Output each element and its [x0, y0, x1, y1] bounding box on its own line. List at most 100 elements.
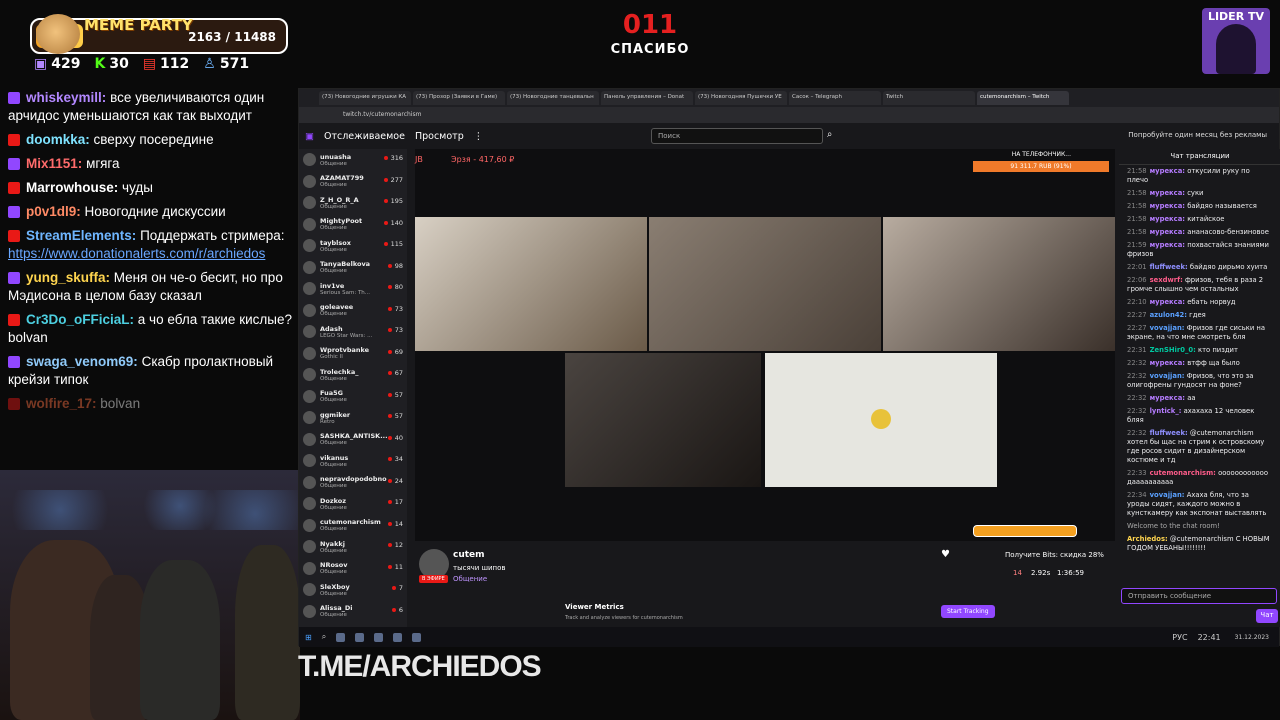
- channel-item[interactable]: Adash LEGO Star Wars: ... 73: [299, 321, 407, 343]
- more-icon[interactable]: ⋮: [474, 131, 484, 142]
- chat-username: Mix1151:: [26, 156, 83, 171]
- chat-username[interactable]: ZenSHir0_0:: [1150, 346, 1196, 354]
- channel-logo: LIDER TV: [1202, 8, 1270, 74]
- chat-username[interactable]: vovajjan:: [1150, 491, 1185, 499]
- taskbar-search-icon[interactable]: ⌕: [322, 632, 326, 642]
- channel-item[interactable]: AZAMAT799 Общение 277: [299, 171, 407, 193]
- channel-item[interactable]: TanyaBelkova Общение 98: [299, 257, 407, 279]
- chat-username[interactable]: Archiedos:: [1127, 535, 1168, 543]
- channel-item[interactable]: unuasha Общение 316: [299, 149, 407, 171]
- channel-item[interactable]: tayblsox Общение 115: [299, 235, 407, 257]
- channel-name: unuasha: [320, 152, 352, 161]
- ad-free-offer[interactable]: Попробуйте один месяц без рекламы: [1128, 131, 1267, 139]
- channel-item[interactable]: cutemonarchism Общение 14: [299, 515, 407, 537]
- browser-tab[interactable]: cutemonarchism – Twitch: [977, 91, 1069, 105]
- channel-name: nepravdopodobno: [320, 475, 387, 484]
- channel-viewers: 80: [388, 283, 403, 291]
- channel-item[interactable]: SASHKA_ANTISK... Общение 40: [299, 429, 407, 451]
- channel-name: goleavee: [320, 303, 354, 312]
- channel-item[interactable]: Wprotvbanke Gothic II 69: [299, 343, 407, 365]
- chat-username[interactable]: мурексa:: [1150, 241, 1185, 249]
- channel-viewers: 11: [388, 563, 403, 571]
- taskbar-time[interactable]: 22:41: [1198, 633, 1221, 642]
- channel-viewers: 14: [388, 520, 403, 528]
- channel-item[interactable]: Dozkoz Общение 17: [299, 493, 407, 515]
- latency-stat: 2.92s: [1031, 569, 1051, 577]
- chat-username[interactable]: мурексa:: [1150, 394, 1185, 402]
- streamer-name[interactable]: cutem: [453, 550, 485, 560]
- stream-category[interactable]: Общение: [453, 575, 487, 583]
- nav-browse[interactable]: Просмотр: [415, 131, 464, 142]
- chat-username[interactable]: vovajjan:: [1150, 324, 1185, 332]
- chat-username[interactable]: мурексa:: [1150, 189, 1185, 197]
- search-input[interactable]: Поиск: [651, 128, 823, 144]
- channel-item[interactable]: Alissa_Di Общение 6: [299, 601, 407, 623]
- chat-username[interactable]: мурексa:: [1150, 202, 1185, 210]
- browser-tab[interactable]: Twitch: [883, 91, 975, 105]
- chat-username[interactable]: cutemonarchism:: [1150, 469, 1216, 477]
- chat-text: похвастайся знаниями фризов: [1127, 241, 1269, 258]
- browser-tab[interactable]: (73) Новогодние танцевальн: [507, 91, 599, 105]
- chat-username[interactable]: lyntick_:: [1150, 407, 1182, 415]
- chat-username[interactable]: fluffweek:: [1150, 263, 1188, 271]
- channel-viewers: 6: [392, 606, 403, 614]
- browser-tab[interactable]: (73) Новогодние игрушки КА: [319, 91, 411, 105]
- chat-username[interactable]: azulon42:: [1150, 311, 1187, 319]
- bits-offer-button[interactable]: Получите Bits: скидка 28%: [1005, 551, 1104, 559]
- channel-item[interactable]: inv1ve Serious Sam: Th... 80: [299, 278, 407, 300]
- channel-item[interactable]: ggmiker Retro 57: [299, 407, 407, 429]
- chat-username[interactable]: sexdwrf:: [1150, 276, 1183, 284]
- taskbar-app-icon[interactable]: [412, 632, 422, 642]
- search-icon[interactable]: ⌕: [827, 129, 832, 140]
- taskbar-app-icon[interactable]: [355, 632, 365, 642]
- chat-text: мгяга: [86, 156, 120, 171]
- nav-following[interactable]: Отслеживаемое: [324, 131, 405, 142]
- twitch-logo-icon[interactable]: ▣: [305, 131, 314, 142]
- channel-item[interactable]: Trolechka_ Общение 67: [299, 364, 407, 386]
- chat-username[interactable]: мурексa:: [1150, 215, 1185, 223]
- channel-item[interactable]: Fua5G Общение 57: [299, 386, 407, 408]
- channel-item[interactable]: nepravdopodobno Общение 24: [299, 472, 407, 494]
- browser-tab[interactable]: (73) Прозор (Заявки в Гаме): [413, 91, 505, 105]
- chat-username[interactable]: мурексa:: [1150, 359, 1185, 367]
- browser-tab[interactable]: (73) Новогодняя Пушечки УЕ: [695, 91, 787, 105]
- channel-name: cutemonarchism: [320, 518, 381, 527]
- donation-link[interactable]: https://www.donationalerts.com/r/archied…: [8, 246, 265, 261]
- taskbar-app-icon[interactable]: [336, 632, 346, 642]
- telegram-promo: T.ME/ARCHIEDOS: [298, 650, 542, 683]
- channel-name: ggmiker: [320, 410, 351, 419]
- channel-item[interactable]: NRosov Общение 11: [299, 558, 407, 580]
- start-tracking-button[interactable]: Start Tracking: [941, 605, 995, 618]
- stream-chat-message: yung_skuffa: Меня он че-о бесит, но про …: [0, 266, 300, 308]
- chat-username[interactable]: мурексa:: [1150, 298, 1185, 306]
- heart-icon[interactable]: ♥: [941, 549, 950, 560]
- chat-username: yung_skuffa:: [26, 270, 111, 285]
- channel-item[interactable]: vikanus Общение 34: [299, 450, 407, 472]
- channel-item[interactable]: goleavee Общение 73: [299, 300, 407, 322]
- channel-item[interactable]: Z_H_O_R_A Общение 195: [299, 192, 407, 214]
- vk-viewers: ▤ 112: [142, 56, 190, 72]
- chat-username[interactable]: fluffweek:: [1150, 429, 1188, 437]
- channel-item[interactable]: SleXboy Общение 7: [299, 579, 407, 601]
- channel-item[interactable]: Nyakkj Общение 12: [299, 536, 407, 558]
- chat-username[interactable]: мурексa:: [1150, 228, 1185, 236]
- address-bar[interactable]: twitch.tv/cutemonarchism: [299, 107, 1279, 123]
- taskbar-app-icon[interactable]: [393, 632, 403, 642]
- browser-tab[interactable]: Панель управления – Donat: [601, 91, 693, 105]
- chat-username: Cr3Do_oFFiciaL:: [26, 312, 135, 327]
- chat-username[interactable]: мурексa:: [1150, 167, 1185, 175]
- taskbar-app-icon[interactable]: [374, 632, 384, 642]
- chat-input[interactable]: Отправить сообщение: [1121, 588, 1277, 604]
- chat-message: 22:06 sexdwrf: фризов, тебя в раза 2 гром…: [1119, 274, 1280, 296]
- chat-text: кто пиздит: [1197, 346, 1238, 354]
- chat-send-button[interactable]: Чат: [1256, 609, 1278, 623]
- channel-name: inv1ve: [320, 281, 345, 290]
- video-player[interactable]: JB Эрзя - 417,60 ₽ НА ТЕЛЕФОНЧИК... 91 3…: [415, 149, 1115, 541]
- channel-item[interactable]: MightyPoot Общение 140: [299, 214, 407, 236]
- windows-start-icon[interactable]: ⊞: [305, 633, 312, 642]
- browser-tab[interactable]: Сасок – Telegraph: [789, 91, 881, 105]
- chat-username[interactable]: vovajjan:: [1150, 372, 1185, 380]
- channel-viewers: 34: [388, 455, 403, 463]
- taskbar-lang[interactable]: РУС: [1172, 633, 1187, 642]
- chat-badge-icon: [8, 398, 20, 410]
